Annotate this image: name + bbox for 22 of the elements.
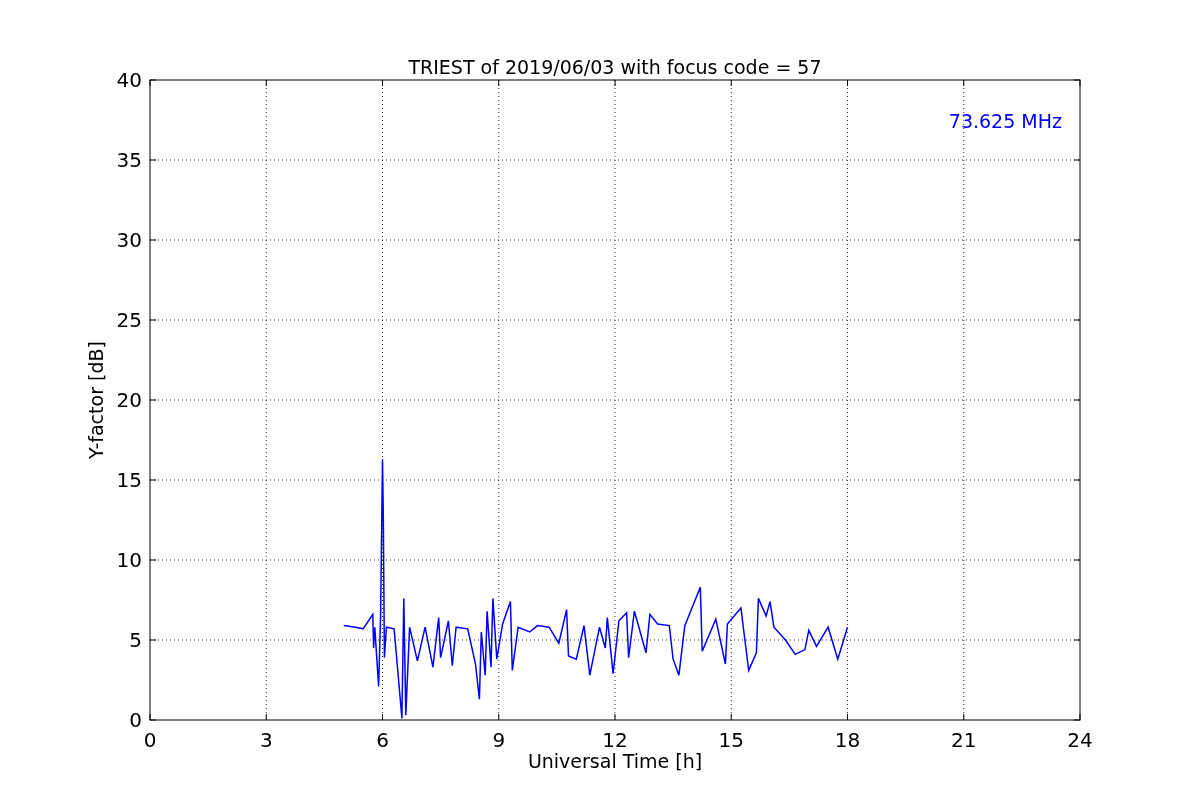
x-axis-label: Universal Time [h] <box>527 750 703 772</box>
y-tick-label: 35 <box>116 148 142 172</box>
chart-title: TRIEST of 2019/06/03 with focus code = 57 <box>408 56 822 78</box>
x-tick-label: 9 <box>492 728 506 752</box>
y-tick-label: 0 <box>129 708 142 732</box>
y-tick-label: 25 <box>116 308 142 332</box>
x-tick-label: 18 <box>834 728 861 752</box>
y-tick-label: 10 <box>116 548 142 572</box>
y-tick-label: 20 <box>116 388 142 412</box>
x-tick-label: 6 <box>376 728 389 752</box>
x-tick-label: 0 <box>143 728 157 752</box>
x-tick-label: 12 <box>602 728 628 752</box>
y-tick-label: 40 <box>116 68 142 92</box>
x-tick-label: 15 <box>718 728 744 752</box>
frequency-label: 73.625 MHz <box>948 110 1062 132</box>
x-tick-label: 3 <box>259 728 273 752</box>
y-axis-label: Y-factor [dB] <box>85 341 107 459</box>
y-tick-label: 30 <box>116 228 142 252</box>
y-tick-label: 15 <box>116 468 142 492</box>
x-tick-label: 24 <box>1067 728 1093 752</box>
y-tick-label: 5 <box>129 628 142 652</box>
x-tick-label: 21 <box>951 728 977 752</box>
